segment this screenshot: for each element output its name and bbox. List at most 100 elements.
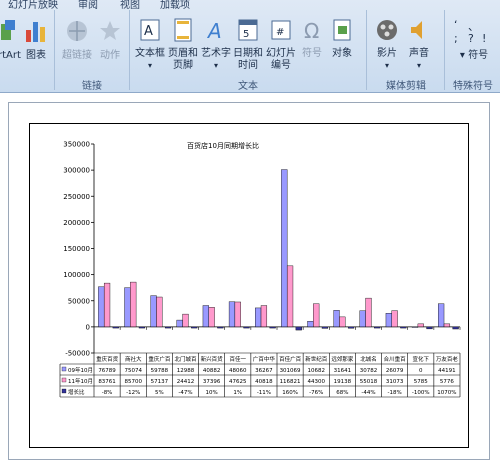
object-icon <box>328 18 356 46</box>
x-category-label: 新世纪百 <box>305 355 328 363</box>
smartart-icon <box>0 18 20 48</box>
wordart-icon: A <box>200 18 232 46</box>
chart-object[interactable]: 百货店10月同期增长比 350000 300000 250000 200000 1500… <box>29 123 469 448</box>
slide-number-icon: # <box>264 18 298 46</box>
table-cell: 40882 <box>203 368 221 374</box>
slide-number-button[interactable]: # 幻灯片 编号 <box>264 18 298 72</box>
bar-09-oct <box>228 301 236 328</box>
bar-09-oct <box>438 303 445 328</box>
table-cell: 59788 <box>151 368 169 374</box>
table-cell: 37396 <box>203 379 221 385</box>
object-button[interactable]: 对象 <box>328 18 356 60</box>
punct-glyph[interactable]: ʻ <box>454 18 458 31</box>
bar-09-oct <box>124 287 131 328</box>
omega-icon: Ω <box>298 18 326 46</box>
punct-glyph[interactable]: ; <box>454 32 458 45</box>
textbox-button[interactable]: A 文本框 ▾ <box>134 18 166 72</box>
x-category-label: 商社大 <box>125 355 142 363</box>
bar-growth <box>452 326 459 330</box>
action-button[interactable]: 动作 <box>96 18 124 62</box>
movie-button[interactable]: 影片 ▾ <box>372 18 402 72</box>
table-cell: 5776 <box>440 379 454 385</box>
sound-button[interactable]: 声音 ▾ <box>404 18 434 72</box>
tab-review[interactable]: 审阅 <box>78 0 98 11</box>
bar-09-oct <box>333 310 340 328</box>
bar-11-oct <box>103 282 111 328</box>
bar-09-oct <box>150 295 157 328</box>
tab-addins[interactable]: 加载项 <box>160 0 190 11</box>
header-footer-icon <box>166 18 200 46</box>
table-cell: 1070% <box>437 390 456 396</box>
y-axis-labels: 350000 300000 250000 200000 150000 100000 5000… <box>63 141 90 358</box>
chevron-down-icon: ▾ <box>213 61 218 70</box>
bar-growth <box>191 326 198 329</box>
bar-09-oct <box>359 310 366 328</box>
table-cell: 5% <box>155 390 164 396</box>
tab-view[interactable]: 视图 <box>120 0 140 11</box>
svg-text:5: 5 <box>243 29 249 40</box>
x-category-label: 北城名 <box>360 355 377 363</box>
svg-text:A: A <box>206 19 222 42</box>
group-label-links: 链接 <box>82 81 102 92</box>
chart-title: 百货店10月同期增长比 <box>187 141 259 150</box>
punct-glyph[interactable]: ! <box>482 32 486 45</box>
datetime-button[interactable]: 5 日期和 时间 <box>232 18 264 72</box>
symbol-button[interactable]: Ω 符号 <box>298 18 326 60</box>
speaker-icon <box>404 18 434 46</box>
x-category-label: 百佳广百 <box>279 355 302 363</box>
globe-link-icon <box>60 18 94 48</box>
table-cell: 83761 <box>98 379 116 385</box>
x-category-label: 远郊那家 <box>331 355 354 363</box>
bar-growth <box>295 326 302 331</box>
x-category-label: 百佳一 <box>230 355 247 363</box>
table-cell: 5785 <box>414 379 428 385</box>
table-cell: 75074 <box>124 368 142 374</box>
x-category-label: 合川重百 <box>384 355 407 363</box>
symbol-dropdown-button[interactable]: ▾ 符号 <box>452 50 496 62</box>
y-tick-label: -50000 <box>65 350 90 358</box>
bar-11-oct <box>156 296 163 328</box>
wordart-button[interactable]: A 艺术字 ▾ <box>200 18 232 72</box>
table-cell: 10682 <box>307 368 325 374</box>
ribbon-tabs: 幻灯片放映 审阅 视图 加载项 <box>0 0 500 11</box>
group-label-text: 文本 <box>238 81 258 92</box>
group-label-media: 媒体剪辑 <box>386 81 426 92</box>
header-footer-button[interactable]: 页眉和 页脚 <box>166 18 200 72</box>
bar-09-oct <box>281 169 288 328</box>
table-cell: 76789 <box>98 368 116 374</box>
x-category-label: 重庆百货 <box>96 355 119 363</box>
bar-11-oct <box>286 265 294 328</box>
smartart-button[interactable]: rtArt <box>0 18 21 62</box>
bar-growth <box>400 326 407 329</box>
y-tick-label: 100000 <box>63 271 90 279</box>
hyperlink-button[interactable]: 超链接 <box>60 18 94 62</box>
bar-growth <box>426 326 433 330</box>
table-cell: 55018 <box>360 379 378 385</box>
svg-text:A: A <box>144 24 153 39</box>
chart-button[interactable]: 图表 <box>22 18 50 62</box>
y-tick-label: 150000 <box>63 245 90 253</box>
x-category-label: 北门城百 <box>174 355 197 363</box>
table-cell: -44% <box>361 390 375 396</box>
table-cell: 1% <box>233 390 242 396</box>
bar-11-oct <box>365 297 372 328</box>
table-cell: 31073 <box>386 379 404 385</box>
table-cell: 301069 <box>280 368 301 374</box>
legend-key <box>61 388 67 394</box>
bar-09-oct <box>385 313 392 328</box>
chevron-down-icon: ▾ <box>416 61 421 70</box>
plot-area <box>91 143 461 354</box>
chevron-down-icon: ▾ <box>384 61 389 70</box>
bar-09-oct <box>176 319 183 328</box>
x-category-label: 重庆广百 <box>148 355 171 363</box>
table-cell: -8% <box>102 390 113 396</box>
legend-key <box>61 366 67 372</box>
bar-growth <box>269 326 276 329</box>
table-cell: 68% <box>336 390 348 396</box>
punct-glyph[interactable]: ? <box>468 32 474 45</box>
tab-slideshow[interactable]: 幻灯片放映 <box>8 0 58 11</box>
legend-series-name: 11年10月 <box>68 377 93 385</box>
bar-11-oct <box>339 316 346 328</box>
table-cell: -100% <box>412 390 430 396</box>
table-cell: 48060 <box>229 368 247 374</box>
